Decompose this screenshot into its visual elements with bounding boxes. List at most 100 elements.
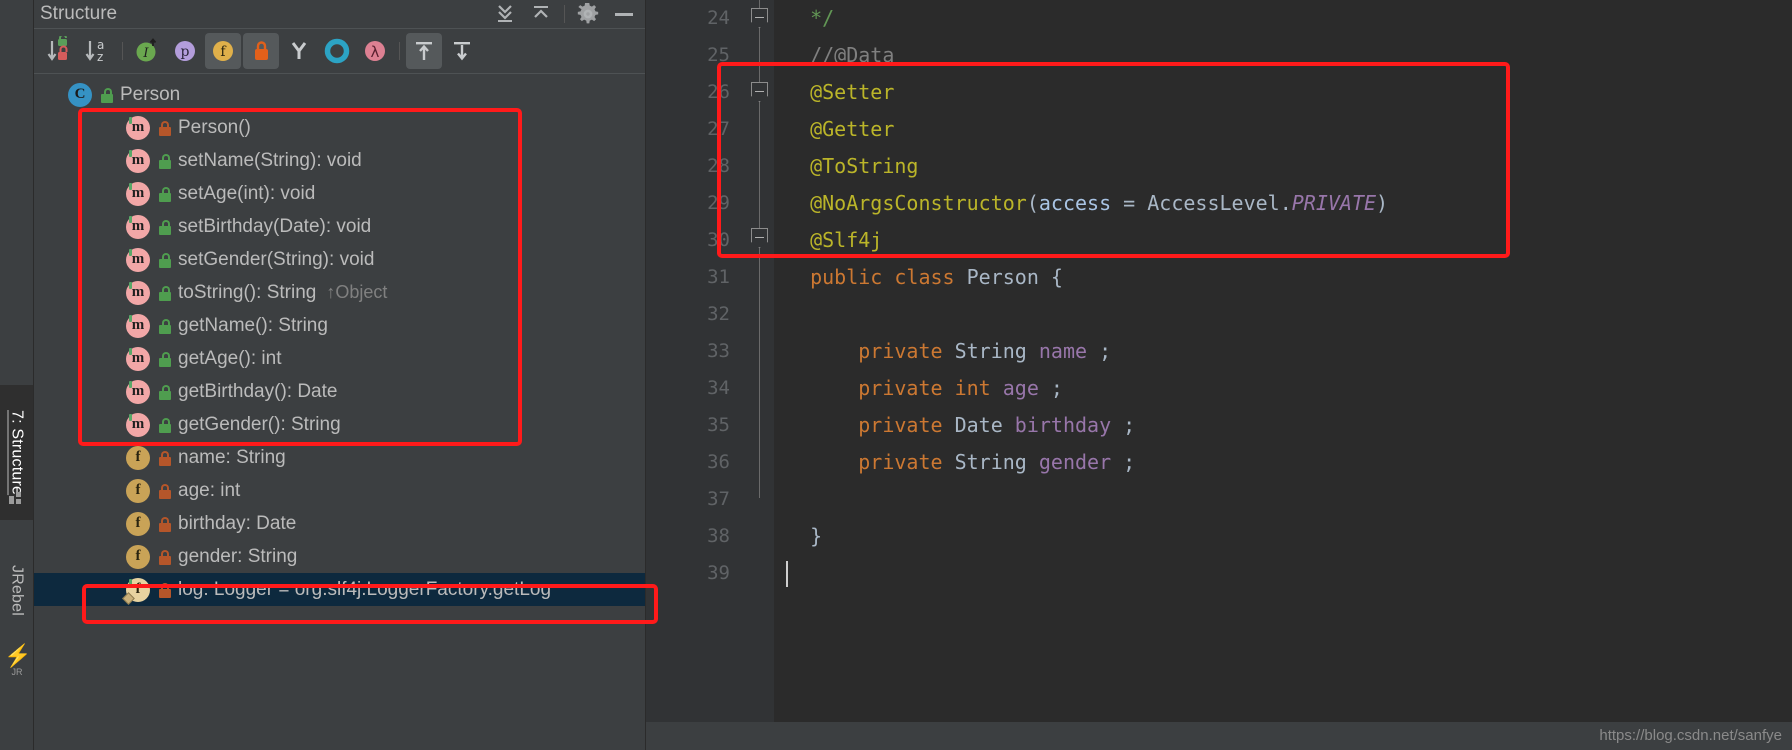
- tree-row[interactable]: m getBirthday(): Date: [34, 375, 645, 408]
- code-token: Date: [954, 413, 1015, 437]
- show-properties-button[interactable]: p: [167, 33, 203, 69]
- fold-guide-line: [759, 248, 760, 498]
- autoscroll-from-source-button[interactable]: [444, 33, 480, 69]
- code-line[interactable]: @Setter: [786, 74, 1792, 111]
- lock-open-icon: [158, 351, 172, 367]
- editor-fold-column[interactable]: [746, 0, 774, 750]
- sort-by-visibility-button[interactable]: [42, 33, 78, 69]
- line-number: 29: [707, 192, 730, 214]
- show-non-public-button[interactable]: [243, 33, 279, 69]
- tree-row[interactable]: m setBirthday(Date): void: [34, 210, 645, 243]
- tree-row[interactable]: f log: Logger = org.slf4j.LoggerFactory.g…: [34, 573, 645, 606]
- code-line[interactable]: //@Data: [786, 37, 1792, 74]
- line-number: 37: [707, 488, 730, 510]
- tree-row[interactable]: m Person(): [34, 111, 645, 144]
- code-token: name: [1038, 339, 1100, 363]
- fold-collapse-icon[interactable]: [751, 228, 768, 248]
- sort-alphabetically-button[interactable]: a z: [80, 33, 116, 69]
- tool-window-button-jrebel[interactable]: JRebel: [0, 545, 33, 637]
- tree-row-label: gender: String: [178, 545, 298, 567]
- editor-code-area[interactable]: */ //@Data @Setter @Getter @ToString @No…: [774, 0, 1792, 750]
- fold-collapse-icon[interactable]: [751, 8, 768, 28]
- code-editor[interactable]: 24 25 26 27 28 29 30 31 32 33 34 35 36 37 38 39 */ //@D…: [646, 0, 1792, 750]
- show-lambdas-button[interactable]: λ: [357, 33, 393, 69]
- lock-closed-icon: [158, 120, 172, 136]
- code-token: age: [1002, 376, 1051, 400]
- tree-row-label: setBirthday(Date): void: [178, 215, 372, 237]
- code-token: private: [786, 450, 955, 474]
- code-line[interactable]: [786, 481, 1792, 518]
- structure-title: Structure: [40, 3, 118, 24]
- show-anonymous-classes-button[interactable]: [281, 33, 317, 69]
- structure-header: Structure: [34, 0, 645, 28]
- tree-row[interactable]: m getGender(): String: [34, 408, 645, 441]
- line-number: 31: [707, 266, 730, 288]
- tree-row[interactable]: f name: String: [34, 441, 645, 474]
- line-number: 33: [707, 340, 730, 362]
- field-icon: f: [126, 511, 150, 536]
- code-line[interactable]: @Slf4j: [786, 222, 1792, 259]
- hide-panel-icon[interactable]: [607, 1, 641, 27]
- method-icon: m: [126, 379, 150, 404]
- tree-row-label: toString(): String: [178, 281, 317, 303]
- code-line[interactable]: private String name ;: [786, 333, 1792, 370]
- method-icon: m: [126, 280, 150, 305]
- code-token: @NoArgsConstructor: [786, 191, 1027, 215]
- code-line[interactable]: @NoArgsConstructor(access = AccessLevel.…: [786, 185, 1792, 222]
- method-icon: m: [126, 313, 150, 338]
- code-token: public class: [786, 265, 967, 289]
- jrebel-logo-icon: ⚡ JR: [4, 643, 32, 678]
- autoscroll-to-source-button[interactable]: [406, 33, 442, 69]
- code-token: (: [1026, 191, 1039, 215]
- code-line[interactable]: private int age ;: [786, 370, 1792, 407]
- code-line[interactable]: @ToString: [786, 148, 1792, 185]
- code-line[interactable]: @Getter: [786, 111, 1792, 148]
- tree-row-label: getAge(): int: [178, 347, 282, 369]
- code-token: //@Data: [786, 43, 895, 67]
- header-separator: [564, 5, 565, 23]
- expand-all-icon[interactable]: [488, 1, 522, 27]
- code-line[interactable]: private Date birthday ;: [786, 407, 1792, 444]
- structure-header-actions: [488, 0, 641, 28]
- show-inherited-button[interactable]: I: [129, 33, 165, 69]
- tree-row[interactable]: m getAge(): int: [34, 342, 645, 375]
- show-properties-circle-button[interactable]: [319, 33, 355, 69]
- tree-row-class-person[interactable]: C Person: [34, 78, 645, 111]
- lock-open-icon: [158, 252, 172, 268]
- fold-collapse-icon[interactable]: [751, 82, 768, 102]
- code-line[interactable]: [786, 296, 1792, 333]
- method-icon: m: [126, 247, 150, 272]
- code-line[interactable]: private String gender ;: [786, 444, 1792, 481]
- tree-row[interactable]: m setName(String): void: [34, 144, 645, 177]
- tree-row[interactable]: f age: int: [34, 474, 645, 507]
- settings-gear-icon[interactable]: [571, 1, 605, 27]
- code-token: birthday: [1014, 413, 1124, 437]
- show-fields-button[interactable]: f: [205, 33, 241, 69]
- lock-open-icon: [158, 417, 172, 433]
- collapse-all-icon[interactable]: [524, 1, 558, 27]
- tree-row[interactable]: f gender: String: [34, 540, 645, 573]
- code-line[interactable]: }: [786, 518, 1792, 555]
- code-line[interactable]: */: [786, 0, 1792, 37]
- line-number: 35: [707, 414, 730, 436]
- field-icon: f: [126, 445, 150, 470]
- line-number: 25: [707, 44, 730, 66]
- lock-open-icon: [100, 87, 114, 103]
- tree-row[interactable]: m toString(): String ↑Object: [34, 276, 645, 309]
- tree-row[interactable]: m setGender(String): void: [34, 243, 645, 276]
- tree-row-label: name: String: [178, 446, 286, 468]
- code-token: ;: [1050, 376, 1063, 400]
- tree-row-label: getGender(): String: [178, 413, 341, 435]
- editor-gutter[interactable]: 24 25 26 27 28 29 30 31 32 33 34 35 36 37 38 39: [646, 0, 746, 750]
- code-line[interactable]: public class Person {: [786, 259, 1792, 296]
- line-number: 28: [707, 155, 730, 177]
- line-number: 27: [707, 118, 730, 140]
- left-tool-strip: 7: Structure JRebel ⚡ JR: [0, 0, 34, 750]
- tree-row[interactable]: f birthday: Date: [34, 507, 645, 540]
- code-token: String: [954, 339, 1039, 363]
- toolbar-separator-1: [122, 42, 123, 60]
- tree-row[interactable]: m getName(): String: [34, 309, 645, 342]
- tree-row[interactable]: m setAge(int): void: [34, 177, 645, 210]
- structure-tree[interactable]: C Person m Person() m setName(String): void…: [34, 74, 645, 750]
- code-line[interactable]: [786, 555, 1792, 592]
